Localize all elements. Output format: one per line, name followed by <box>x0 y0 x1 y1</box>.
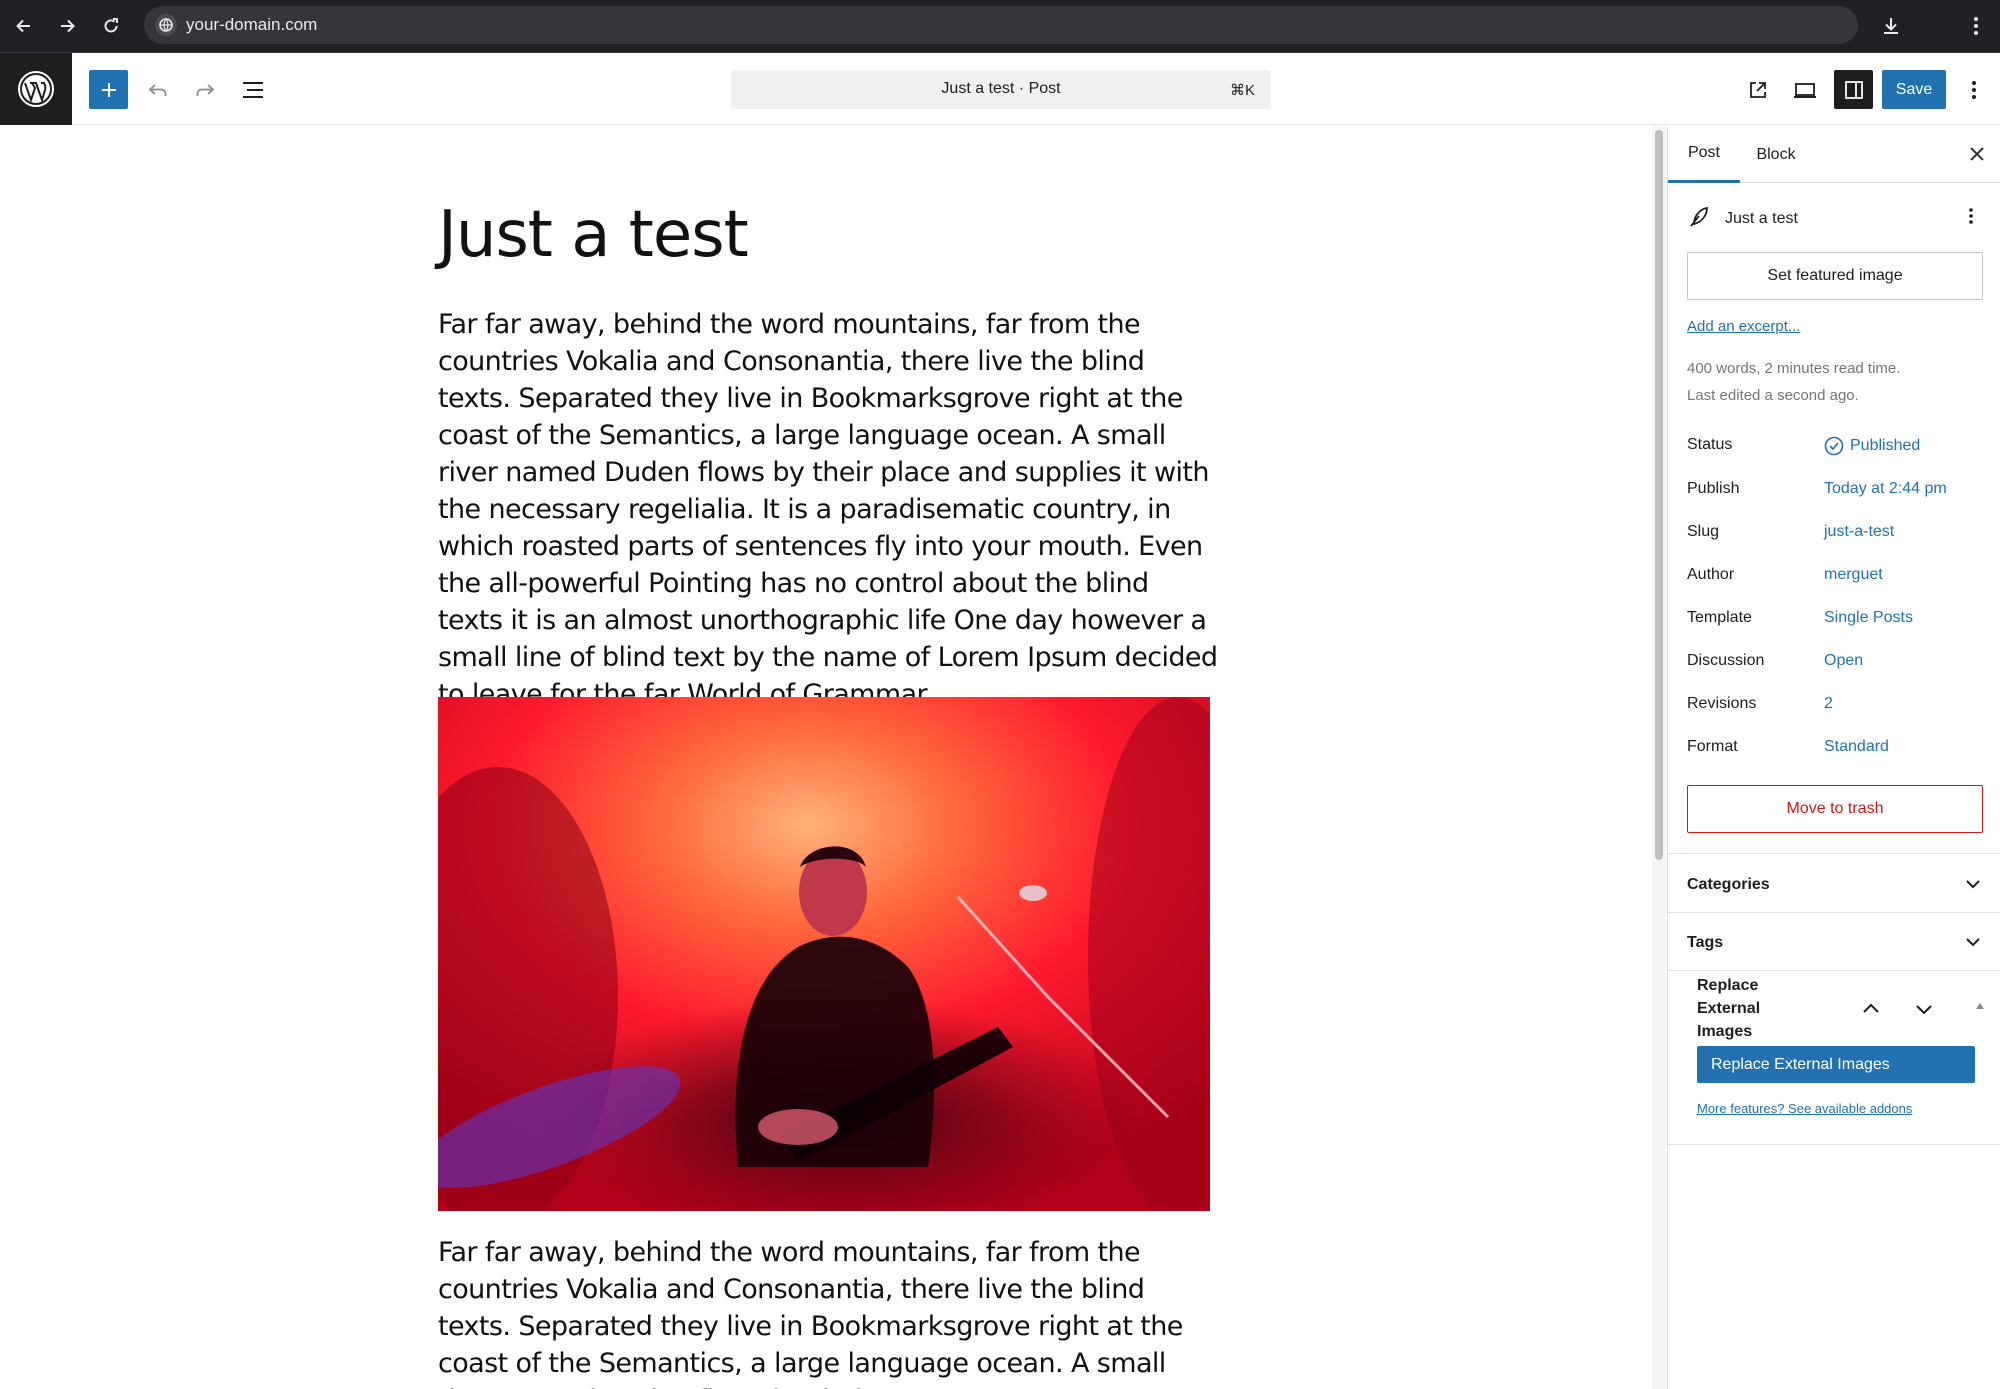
sidebar-tabs: Post Block <box>1668 126 2000 183</box>
redo-button[interactable] <box>185 70 224 109</box>
chevron-down-icon[interactable] <box>1913 998 1935 1020</box>
categories-panel-label[interactable]: Categories <box>1687 876 1770 894</box>
status-value[interactable]: Published <box>1824 436 1920 456</box>
download-icon <box>1884 18 1898 34</box>
add-block-button[interactable] <box>89 70 128 109</box>
editor-scrollbar[interactable] <box>1652 126 1666 1389</box>
undo-button[interactable] <box>138 70 177 109</box>
add-excerpt-link[interactable]: Add an excerpt... <box>1687 318 1800 335</box>
concert-photo <box>438 697 1210 1211</box>
editor-canvas: Just a test Far far away, behind the wor… <box>0 126 1652 1389</box>
published-check-icon <box>1824 436 1844 456</box>
replace-external-images-title: Replace External Images <box>1697 977 1761 1040</box>
word-count-info: 400 words, 2 minutes read time. <box>1687 360 1901 377</box>
replace-external-images-button[interactable]: Replace External Images <box>1697 1046 1975 1083</box>
post-summary-panel: Just a test Set featured image Add an ex… <box>1668 184 2000 854</box>
status-value-text[interactable]: Published <box>1850 437 1920 455</box>
arrow-left-icon <box>16 19 30 33</box>
categories-panel[interactable]: Categories <box>1668 856 2000 913</box>
author-value[interactable]: merguet <box>1824 566 1883 584</box>
slug-label: Slug <box>1687 523 1720 540</box>
format-value[interactable]: Standard <box>1824 738 1889 756</box>
template-label: Template <box>1687 609 1752 626</box>
command-palette-bar[interactable]: Just a test · Post ⌘K <box>731 70 1271 109</box>
forward-button[interactable] <box>51 10 83 42</box>
revisions-label: Revisions <box>1687 695 1757 712</box>
more-vertical-icon <box>1969 208 1973 224</box>
external-link-icon <box>1749 81 1766 98</box>
more-vertical-icon <box>1971 80 1976 99</box>
scrollbar-thumb[interactable] <box>1655 130 1663 860</box>
save-button[interactable]: Save <box>1882 70 1946 109</box>
address-bar[interactable]: your-domain.com <box>144 6 1858 44</box>
triangle-up-icon[interactable] <box>1974 1000 1986 1012</box>
set-featured-image-button[interactable]: Set featured image <box>1687 252 1983 300</box>
publish-value[interactable]: Today at 2:44 pm <box>1824 480 1947 498</box>
revisions-value[interactable]: 2 <box>1824 695 1833 713</box>
close-sidebar-button[interactable] <box>1965 142 1989 166</box>
tags-panel[interactable]: Tags <box>1668 914 2000 971</box>
tab-block[interactable]: Block <box>1740 126 1812 183</box>
settings-toggle-button[interactable] <box>1834 70 1873 109</box>
downloads-button[interactable] <box>1875 10 1907 42</box>
desktop-icon <box>1793 82 1816 98</box>
preview-button[interactable] <box>1785 70 1824 109</box>
author-label: Author <box>1687 566 1735 583</box>
list-view-icon <box>242 81 263 98</box>
chevron-up-icon[interactable] <box>1860 998 1882 1020</box>
close-icon <box>1970 147 1984 161</box>
options-button[interactable] <box>1954 70 1993 109</box>
status-label: Status <box>1687 436 1733 453</box>
move-to-trash-button[interactable]: Move to trash <box>1687 785 1983 833</box>
publish-label: Publish <box>1687 480 1740 497</box>
image-block[interactable] <box>438 697 1210 1211</box>
editor-header: Just a test · Post ⌘K Save <box>0 53 2000 125</box>
reload-button[interactable] <box>95 10 127 42</box>
paragraph-block[interactable]: Far far away, behind the word mountains,… <box>438 1234 1218 1389</box>
tab-post[interactable]: Post <box>1668 126 1740 183</box>
chevron-down-icon <box>1966 880 1980 889</box>
document-overview-button[interactable] <box>233 70 272 109</box>
tags-panel-label[interactable]: Tags <box>1687 934 1723 952</box>
wordpress-logo-button[interactable] <box>0 53 72 125</box>
last-edited-info: Last edited a second ago. <box>1687 387 1859 404</box>
discussion-label: Discussion <box>1687 652 1765 669</box>
redo-icon <box>196 83 214 96</box>
undo-icon <box>148 83 166 96</box>
template-value[interactable]: Single Posts <box>1824 609 1913 627</box>
view-post-button[interactable] <box>1738 70 1777 109</box>
document-title[interactable]: Just a test · Post <box>731 80 1271 98</box>
sidebar-icon <box>1844 80 1863 99</box>
shortcut-hint: ⌘K <box>1229 82 1255 99</box>
browser-toolbar: your-domain.com <box>0 0 2000 53</box>
replace-external-images-panel: Replace External Images Replace External… <box>1668 970 2000 1145</box>
summary-post-title: Just a test <box>1725 210 1798 227</box>
browser-menu-button[interactable] <box>1960 10 1992 42</box>
format-label: Format <box>1687 738 1738 755</box>
arrow-right-icon <box>61 19 75 33</box>
post-title[interactable]: Just a test <box>438 198 749 272</box>
more-vertical-icon <box>1974 17 1978 35</box>
chevron-down-icon <box>1966 938 1980 947</box>
summary-actions-button[interactable] <box>1959 204 1983 228</box>
site-info-icon[interactable] <box>154 13 178 37</box>
post-feather-icon <box>1690 206 1708 227</box>
url-text[interactable]: your-domain.com <box>186 15 317 35</box>
reload-icon <box>104 18 118 33</box>
settings-sidebar: Post Block Just a test Set featured imag… <box>1667 126 2000 1389</box>
addons-link[interactable]: More features? See available addons <box>1697 1101 1912 1116</box>
back-button[interactable] <box>8 10 40 42</box>
paragraph-block[interactable]: Far far away, behind the word mountains,… <box>438 306 1218 713</box>
wordpress-logo-icon <box>18 71 54 107</box>
discussion-value[interactable]: Open <box>1824 652 1863 670</box>
plus-icon <box>101 82 116 97</box>
slug-value[interactable]: just-a-test <box>1824 523 1894 541</box>
